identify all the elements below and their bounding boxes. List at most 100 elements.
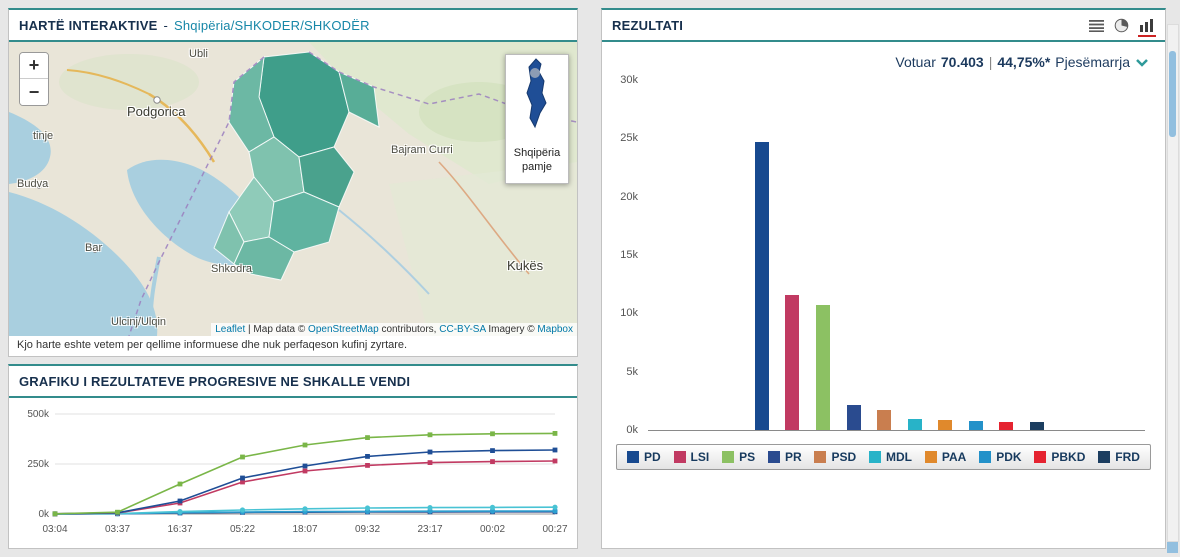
legend-item-MDL[interactable]: MDL	[869, 450, 912, 464]
legend-item-PSD[interactable]: PSD	[814, 450, 856, 464]
bar-view-icon[interactable]	[1139, 19, 1155, 32]
legend-item-PS[interactable]: PS	[722, 450, 755, 464]
bar-ytick-20k: 20k	[602, 191, 638, 203]
marker-LSI	[303, 469, 308, 474]
legend-swatch	[674, 451, 686, 463]
marker-PS	[553, 431, 558, 436]
legend-swatch	[1098, 451, 1110, 463]
svg-text:23:17: 23:17	[417, 524, 442, 535]
legend-item-PAA[interactable]: PAA	[925, 450, 966, 464]
marker-PS	[240, 455, 245, 460]
bar-PSD[interactable]	[877, 410, 891, 430]
marker-MDL	[552, 505, 557, 510]
results-panel-title: REZULTATI	[612, 18, 683, 33]
pie-view-icon[interactable]	[1114, 18, 1129, 33]
progressive-line-chart[interactable]: 0k250k500k03:0403:3716:3705:2218:0709:32…	[9, 402, 569, 548]
vertical-scrollbar[interactable]	[1167, 24, 1179, 542]
marker-LSI	[428, 460, 433, 465]
table-view-icon[interactable]	[1089, 19, 1104, 32]
marker-MDL	[240, 507, 245, 512]
bar-ytick-15k: 15k	[602, 249, 638, 261]
legend-item-PR[interactable]: PR	[768, 450, 802, 464]
cc-by-sa-link[interactable]: CC-BY-SA	[439, 324, 485, 335]
progressive-chart-panel: GRAFIKU I REZULTATEVE PROGRESIVE NE SHKA…	[8, 364, 578, 549]
map-label-bajram-curri: Bajram Curri	[391, 144, 453, 156]
bar-LSI[interactable]	[785, 295, 799, 430]
map-breadcrumb[interactable]: Shqipëria/SHKODER/SHKODËR	[174, 18, 370, 33]
bar-PAA[interactable]	[938, 420, 952, 430]
bar-chart-y-axis: 0k5k10k15k20k25k30k	[602, 80, 642, 430]
bar-PR[interactable]	[847, 405, 861, 430]
results-view-switcher	[1089, 18, 1155, 33]
legend-label: PD	[644, 450, 661, 464]
svg-text:03:04: 03:04	[42, 524, 67, 535]
bar-PBKD[interactable]	[999, 422, 1013, 430]
openstreetmap-link[interactable]: OpenStreetMap	[308, 324, 379, 335]
map-label-budva: Budva	[17, 178, 48, 190]
progressive-panel-title: GRAFIKU I REZULTATEVE PROGRESIVE NE SHKA…	[19, 374, 410, 389]
legend-item-PD[interactable]: PD	[627, 450, 661, 464]
legend-label: PSD	[831, 450, 856, 464]
legend-swatch	[869, 451, 881, 463]
bar-ytick-30k: 30k	[602, 74, 638, 86]
bar-view-selected-indicator	[1138, 35, 1156, 37]
legend-item-PBKD[interactable]: PBKD	[1034, 450, 1085, 464]
map-panel-title: HARTË INTERAKTIVE	[19, 18, 157, 33]
svg-text:00:27: 00:27	[542, 524, 567, 535]
legend-label: PBKD	[1051, 450, 1085, 464]
results-panel: REZULTATI Votuar 70.403 | 44,75%* Pjesëm…	[601, 8, 1166, 549]
legend-label: LSI	[691, 450, 710, 464]
zoom-out-button[interactable]: −	[20, 79, 48, 105]
turnout-stats: Votuar 70.403 | 44,75%* Pjesëmarrja	[895, 54, 1149, 70]
basemap-svg	[9, 42, 577, 336]
marker-MDL	[177, 509, 182, 514]
zoom-in-button[interactable]: +	[20, 53, 48, 79]
horizontal-scrollbar-thumb[interactable]	[1167, 542, 1178, 553]
legend-swatch	[925, 451, 937, 463]
map-label-ulcinj: Ulcinj/Ulqin	[111, 316, 166, 328]
marker-PD	[428, 450, 433, 455]
legend-swatch	[814, 451, 826, 463]
marker-LSI	[365, 463, 370, 468]
leaflet-link[interactable]: Leaflet	[215, 324, 245, 335]
map-panel-header: HARTË INTERAKTIVE - Shqipëria/SHKODER/SH…	[9, 10, 577, 42]
marker-PD	[303, 464, 308, 469]
marker-PS	[365, 435, 370, 440]
legend-swatch	[722, 451, 734, 463]
chevron-down-icon[interactable]	[1135, 58, 1149, 67]
bar-ytick-0k: 0k	[602, 424, 638, 436]
mapbox-link[interactable]: Mapbox	[537, 324, 573, 335]
bar-PS[interactable]	[816, 305, 830, 430]
bar-PDK[interactable]	[969, 421, 983, 430]
legend-label: PDK	[996, 450, 1021, 464]
albania-silhouette-icon	[506, 55, 568, 137]
marker-PD	[553, 448, 558, 453]
bar-FRD[interactable]	[1030, 422, 1044, 430]
map-overview-inset[interactable]: Shqipëria pamje	[505, 54, 569, 184]
marker-PS	[303, 443, 308, 448]
map-zoom-control: + −	[19, 52, 49, 106]
legend-label: PR	[785, 450, 802, 464]
marker-LSI	[490, 459, 495, 464]
legend-swatch	[1034, 451, 1046, 463]
vertical-scrollbar-thumb[interactable]	[1169, 51, 1176, 137]
marker-PS	[428, 432, 433, 437]
bar-ytick-5k: 5k	[602, 366, 638, 378]
bar-ytick-25k: 25k	[602, 132, 638, 144]
bar-ytick-10k: 10k	[602, 307, 638, 319]
bar-MDL[interactable]	[908, 419, 922, 430]
svg-text:18:07: 18:07	[292, 524, 317, 535]
inset-label: Shqipëria pamje	[506, 146, 568, 175]
legend-label: MDL	[886, 450, 912, 464]
map-label-kukes: Kukës	[507, 258, 543, 273]
map-label-shkodra: Shkodra	[211, 263, 252, 275]
legend-item-LSI[interactable]: LSI	[674, 450, 710, 464]
interactive-map[interactable]: Ubli Podgorica tinje Budva Bajram Curri …	[9, 42, 577, 336]
svg-text:05:22: 05:22	[230, 524, 255, 535]
legend-item-FRD[interactable]: FRD	[1098, 450, 1140, 464]
results-bar-chart[interactable]	[648, 80, 1145, 431]
map-label-cetinje: tinje	[33, 130, 53, 142]
legend-swatch	[768, 451, 780, 463]
legend-item-PDK[interactable]: PDK	[979, 450, 1021, 464]
bar-PD[interactable]	[755, 142, 769, 430]
